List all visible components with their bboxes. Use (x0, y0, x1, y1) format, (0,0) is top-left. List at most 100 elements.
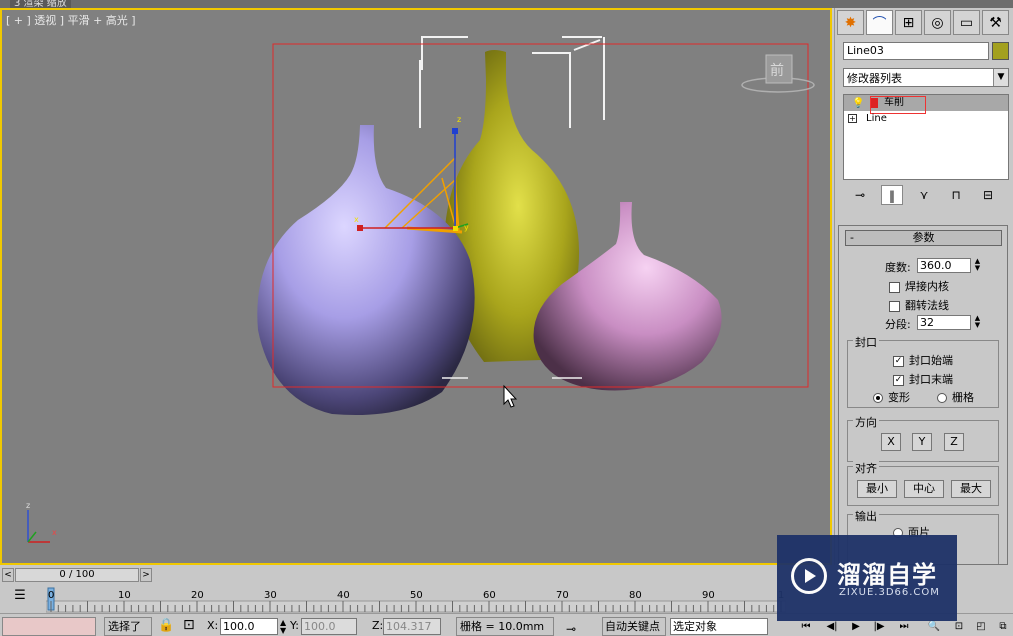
previous-frame-icon[interactable]: ◀| (823, 619, 841, 634)
wireframe-bracket (419, 36, 605, 128)
axis-tripod-icon: z x (26, 501, 57, 543)
go-to-end-icon[interactable]: ⏭ (895, 619, 913, 634)
parameters-rollout: - 参数 度数: 360.0 ▲ ▼ 焊接内核 翻转法线 分段: 32 ▲ ▼ 封口… (838, 225, 1008, 565)
direction-y-button[interactable]: Y (912, 433, 932, 451)
perspective-viewport[interactable]: [ + ] 透视 ] 平滑 + 高光 ] z y x 前 z x (0, 8, 832, 565)
capping-label: 封口 (853, 334, 879, 350)
stack-item-line[interactable]: + Line (844, 111, 1008, 127)
ruler-tick-label: 30 (264, 590, 277, 601)
command-panel-tabs: ✸ ⌒ ⊞ ◎ ▭ ⚒ (837, 10, 1012, 36)
expand-plus-icon[interactable]: + (848, 114, 857, 123)
spinner-arrows-icon[interactable]: ▲ ▼ (973, 258, 982, 273)
key-icon[interactable]: ⊸ (566, 622, 576, 636)
pin-stack-icon[interactable]: ⊸ (849, 185, 871, 205)
display-icon[interactable]: ▭ (953, 10, 980, 35)
curve-editor-icon[interactable]: ☰ (6, 588, 34, 610)
align-min-button[interactable]: 最小 (857, 480, 897, 498)
modifier-list-dropdown[interactable]: 修改器列表 ▼ (843, 68, 1009, 87)
cap-end-checkbox[interactable]: ✓ 封口末端 (893, 371, 953, 387)
morph-radio[interactable]: 变形 (873, 389, 910, 405)
ruler-tick-label: 90 (702, 590, 715, 601)
degrees-label: 度数: (885, 261, 911, 274)
utilities-icon[interactable]: ⚒ (982, 10, 1009, 35)
z-label: Z: (372, 619, 384, 632)
degrees-spinner[interactable]: 360.0 (917, 258, 971, 273)
grid-size: 栅格 = 10.0mm (456, 617, 554, 636)
hierarchy-icon[interactable]: ⊞ (895, 10, 922, 35)
rollout-title: 参数 (912, 231, 935, 244)
auto-key-button[interactable]: 自动关键点 (602, 617, 666, 636)
align-label: 对齐 (853, 460, 879, 476)
spinner-arrows-icon[interactable]: ▲ ▼ (280, 619, 286, 635)
y-coordinate-field[interactable]: 100.0 (301, 618, 357, 635)
y-label: Y: (290, 619, 299, 632)
segments-label: 分段: (885, 318, 911, 331)
maxscript-listener[interactable] (2, 617, 96, 636)
ruler-tick-label: 80 (629, 590, 642, 601)
grid-radio[interactable]: 栅格 (937, 389, 974, 405)
time-next-button[interactable]: > (140, 568, 152, 582)
selection-set-dropdown[interactable]: 选定对象 (670, 618, 768, 635)
align-max-button[interactable]: 最大 (951, 480, 991, 498)
gizmo-y-label: y (464, 223, 469, 232)
modifier-list-label: 修改器列表 (847, 72, 902, 85)
weld-core-checkbox[interactable]: 焊接内核 (889, 278, 949, 294)
go-to-start-icon[interactable]: ⏮ (797, 619, 815, 634)
motion-icon[interactable]: ◎ (924, 10, 951, 35)
mouse-cursor (503, 384, 518, 408)
z-coordinate-field[interactable]: 104.317 (383, 618, 441, 635)
gizmo-z-label: z (457, 115, 461, 124)
segments-spinner[interactable]: 32 (917, 315, 971, 330)
maximize-viewport-icon[interactable]: ⧉ (994, 619, 1012, 634)
ruler-tick-label: 0 (48, 590, 54, 601)
stack-toolbar: ⊸ ‖ ⋎ ⊓ ⊟ (843, 184, 1009, 206)
remove-modifier-icon[interactable]: ⊓ (945, 185, 967, 205)
time-slider[interactable]: 0 / 100 (15, 568, 139, 582)
gizmo-x-label: x (354, 215, 359, 224)
configure-sets-icon[interactable]: ⊟ (977, 185, 999, 205)
stack-item-lathe[interactable]: 💡 车削 (844, 95, 1008, 114)
time-prev-button[interactable]: < (2, 568, 14, 582)
parameters-rollout-header[interactable]: - 参数 (845, 230, 1002, 246)
spinner-arrows-icon[interactable]: ▲ ▼ (973, 315, 982, 330)
track-ruler[interactable]: 01020304050607080901 (46, 585, 786, 613)
direction-x-button[interactable]: X (881, 433, 901, 451)
ruler-tick-label: 10 (118, 590, 131, 601)
zoom-icon[interactable]: 🔍 (925, 619, 943, 634)
cap-start-checkbox[interactable]: ✓ 封口始端 (893, 352, 953, 368)
make-unique-icon[interactable]: ⋎ (913, 185, 935, 205)
modify-icon[interactable]: ⌒ (866, 10, 893, 35)
align-center-button[interactable]: 中心 (904, 480, 944, 498)
ruler-tick-label: 70 (556, 590, 569, 601)
svg-text:z: z (26, 501, 30, 510)
show-end-result-icon[interactable]: ‖ (881, 185, 903, 205)
time-slider-bar: < 0 / 100 > (0, 567, 832, 584)
ruler-tick-label: 50 (410, 590, 423, 601)
window-title-bar: 3 渲染 缩放 (0, 0, 1013, 9)
watermark-title: 溜溜自学 (837, 561, 937, 589)
object-name-field[interactable]: Line03 (843, 42, 989, 60)
lock-icon[interactable]: 🔒 (158, 618, 174, 633)
create-icon[interactable]: ✸ (837, 10, 864, 35)
play-icon[interactable]: ▶ (847, 619, 865, 634)
modifier-stack[interactable]: 💡 车削 + Line (843, 94, 1009, 180)
field-of-view-icon[interactable]: ◰ (972, 619, 990, 634)
stack-item-label: Line (866, 113, 887, 124)
collapse-icon: - (850, 231, 854, 244)
purple-vase (257, 125, 475, 416)
watermark-logo: 溜溜自学 ZIXUE.3D66.COM (777, 535, 957, 621)
x-label: X: (207, 619, 219, 632)
viewcube-label: 前 (770, 62, 784, 79)
object-color-swatch[interactable] (992, 42, 1009, 60)
zoom-extents-icon[interactable]: ⊡ (950, 619, 968, 634)
next-frame-icon[interactable]: |▶ (870, 619, 888, 634)
selection-count: 选择了 (104, 617, 152, 636)
chevron-down-icon: ▼ (993, 69, 1008, 86)
flip-normals-checkbox[interactable]: 翻转法线 (889, 297, 949, 313)
direction-z-button[interactable]: Z (944, 433, 964, 451)
play-logo-icon (791, 558, 827, 594)
x-coordinate-field[interactable]: 100.0 (220, 618, 278, 635)
lightbulb-icon[interactable]: 💡 (852, 96, 864, 112)
transform-mode-icon[interactable]: ⊡ (183, 617, 195, 633)
viewcube[interactable]: 前 (741, 54, 815, 93)
